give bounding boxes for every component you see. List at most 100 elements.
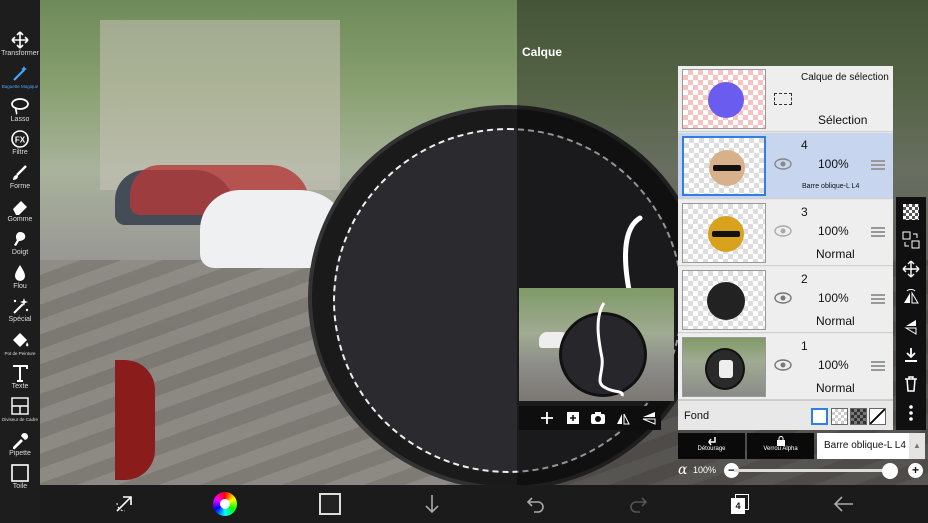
background-dark-swatch[interactable] (850, 408, 867, 425)
color-wheel-icon[interactable] (211, 491, 239, 517)
layer-opacity: 100% (818, 358, 849, 372)
fx-icon: FX (11, 130, 29, 148)
tool-label: Toile (12, 483, 28, 490)
layer-action-bar (519, 406, 661, 430)
alpha-lock-button[interactable]: Verrou Alpha (747, 433, 814, 459)
flip-layer-horizontal-icon[interactable] (614, 409, 632, 427)
clipping-label: Détourage (697, 446, 726, 452)
blend-mode-arrow-icon[interactable]: ▲ (909, 433, 925, 459)
tool-magic-wand[interactable]: Baguette Magique (0, 64, 40, 91)
tool-special[interactable]: Spécial (0, 297, 40, 324)
canvas-preview (519, 288, 674, 401)
alpha-value: 100% (693, 465, 717, 475)
layer-number: 3 (801, 205, 808, 219)
tool-label: Texte (11, 383, 29, 390)
tool-label: Forme (9, 183, 31, 190)
background-none-swatch[interactable] (869, 408, 886, 425)
selection-rect-icon (774, 93, 792, 105)
drag-handle-icon[interactable] (871, 160, 885, 170)
layer-side-toolbar (896, 197, 926, 430)
add-layer-icon[interactable] (538, 409, 556, 427)
visibility-eye-icon[interactable] (774, 291, 792, 305)
selection-layer-title: Calque de sélection (801, 72, 889, 83)
tool-label: Flou (13, 283, 27, 290)
layer-row[interactable]: 2 100% Normal (678, 267, 893, 333)
selection-layer-label: Sélection (818, 113, 868, 127)
transform-rotate-icon[interactable] (110, 491, 138, 517)
tool-blur[interactable]: Flou (0, 264, 40, 291)
tool-label: Lasso (10, 116, 30, 123)
layer-blend-mode: Normal (816, 314, 855, 328)
background-label: Fond (684, 410, 710, 422)
layer-count: 4 (731, 498, 745, 514)
redo-icon[interactable] (624, 491, 652, 517)
opacity-slider-knob[interactable] (882, 463, 898, 479)
tool-smudge[interactable]: Doigt (0, 230, 40, 257)
layer-blend-mode: Normal (816, 381, 855, 395)
undo-icon[interactable] (522, 491, 550, 517)
magic-wand-icon (13, 66, 27, 81)
tool-canvas[interactable]: Toile (0, 464, 40, 491)
opacity-slider-track[interactable] (734, 469, 890, 472)
layer-row[interactable]: 3 100% Normal (678, 200, 893, 266)
layer-move-icon[interactable] (901, 259, 921, 279)
more-options-icon[interactable] (901, 403, 921, 423)
background-white-swatch[interactable] (811, 408, 828, 425)
layer-thumbnail (682, 203, 766, 263)
layer-opacity: 100% (818, 224, 849, 238)
tool-label: Baguette Magique (1, 84, 39, 89)
blend-mode-select[interactable]: Barre oblique-L L4 (817, 433, 909, 459)
tool-eyedropper[interactable]: Pipette (0, 431, 40, 458)
camera-icon[interactable] (589, 409, 607, 427)
tool-frame-divider[interactable]: Diviseur de Cadre (0, 397, 40, 424)
drag-handle-icon[interactable] (871, 361, 885, 371)
add-layer-copy-icon[interactable] (564, 409, 582, 427)
layer-swap-icon[interactable] (901, 230, 921, 250)
sparkle-icon (13, 298, 29, 314)
eyedropper-icon (13, 432, 29, 449)
merge-down-icon[interactable] (901, 345, 921, 365)
blur-drop-icon (15, 265, 25, 281)
layer-list: Calque de sélection Sélection 4 100% Bar… (678, 66, 893, 430)
drag-handle-icon[interactable] (871, 294, 885, 304)
layer-thumbnail (682, 337, 766, 397)
transparency-checker-icon[interactable] (901, 202, 921, 222)
flip-layer-vertical-icon[interactable] (640, 409, 658, 427)
eraser-icon (13, 201, 27, 215)
tool-eraser[interactable]: Gomme (0, 197, 40, 224)
panel-title: Calque (522, 45, 563, 59)
visibility-eye-icon[interactable] (774, 358, 792, 372)
layer-row[interactable]: 4 100% Barre oblique-L L4 (678, 133, 893, 199)
visibility-eye-icon[interactable] (774, 224, 792, 238)
clipping-arrow-icon (707, 437, 716, 446)
smudge-icon (14, 232, 26, 246)
layer-number: 4 (801, 138, 808, 152)
clipping-button[interactable]: Détourage (678, 433, 745, 459)
opacity-increase-button[interactable]: + (908, 463, 923, 478)
background-transparent-swatch[interactable] (831, 408, 848, 425)
drag-handle-icon[interactable] (871, 227, 885, 237)
selection-layer[interactable]: Calque de sélection Sélection (678, 66, 893, 132)
preview-stroke (596, 302, 624, 397)
tool-text[interactable]: Texte (0, 364, 40, 391)
lasso-icon (11, 98, 29, 115)
tool-paint-bucket[interactable]: Pot de Peinture (0, 331, 40, 358)
tool-label: Doigt (11, 249, 29, 256)
tool-label: Filtre (12, 149, 28, 156)
flip-vertical-icon[interactable] (901, 317, 921, 337)
download-arrow-icon[interactable] (418, 491, 446, 517)
trash-icon[interactable] (901, 374, 921, 394)
flip-horizontal-icon[interactable] (901, 288, 921, 308)
layers-count-button[interactable]: 4 (727, 491, 755, 517)
current-color-swatch[interactable] (316, 491, 344, 517)
layer-row[interactable]: 1 100% Normal (678, 334, 893, 400)
layer-thumbnail (682, 270, 766, 330)
tool-lasso[interactable]: Lasso (0, 97, 40, 124)
back-arrow-icon[interactable] (830, 491, 858, 517)
move-icon (11, 31, 29, 49)
tool-transformer[interactable]: Transformer (0, 31, 40, 58)
visibility-eye-icon[interactable] (774, 157, 792, 171)
text-icon (13, 365, 28, 382)
tool-brush[interactable]: Forme (0, 164, 40, 191)
tool-filter[interactable]: FX Filtre (0, 130, 40, 157)
